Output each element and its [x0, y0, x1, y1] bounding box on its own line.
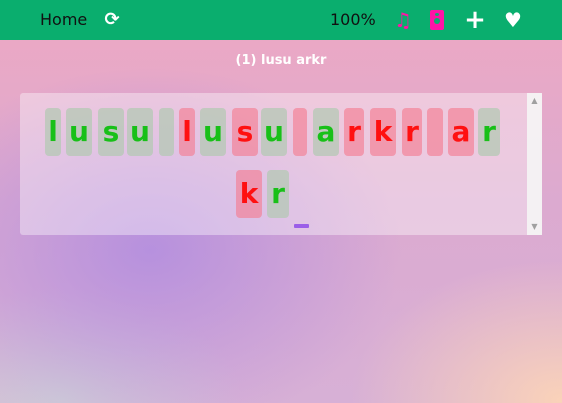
typed-char-correct: u [200, 108, 226, 156]
typed-char-correct: r [478, 108, 500, 156]
lesson-title: (1) lusu arkr [235, 53, 327, 68]
typed-char-wrong: k [370, 108, 396, 156]
typed-char-correct: a [313, 108, 339, 156]
scroll-up-icon[interactable]: ▲ [527, 95, 542, 107]
typed-char-correct [159, 108, 174, 156]
typed-char-wrong: a [448, 108, 474, 156]
top-toolbar: Home ⟳ 100% ♫ + ♥ [0, 0, 562, 40]
music-icon[interactable]: ♫ [392, 9, 414, 31]
speaker-tweeter [435, 13, 439, 16]
speaker-icon[interactable] [426, 9, 448, 31]
typed-char-wrong: r [344, 108, 364, 156]
heart-icon[interactable]: ♥ [502, 9, 524, 31]
zoom-level[interactable]: 100% [330, 10, 376, 30]
typed-char-wrong: r [402, 108, 422, 156]
speaker-woofer [434, 18, 440, 24]
typed-char-wrong: s [232, 108, 258, 156]
typed-char-correct: u [66, 108, 92, 156]
typed-char-correct: u [261, 108, 287, 156]
typed-char-wrong: k [236, 170, 262, 218]
refresh-icon[interactable]: ⟳ [103, 10, 121, 30]
typed-char-wrong: l [179, 108, 195, 156]
plus-icon[interactable]: + [464, 7, 486, 33]
typed-char-correct: r [267, 170, 289, 218]
home-link[interactable]: Home [40, 10, 87, 30]
typed-char-correct: l [45, 108, 61, 156]
scroll-down-icon[interactable]: ▼ [527, 221, 542, 233]
typed-char-correct: u [127, 108, 153, 156]
scrollbar[interactable]: ▲ ▼ [527, 93, 542, 235]
typed-char-correct: s [98, 108, 124, 156]
text-cursor [294, 224, 309, 228]
typed-char-wrong [293, 108, 307, 156]
typed-char-wrong [427, 108, 443, 156]
